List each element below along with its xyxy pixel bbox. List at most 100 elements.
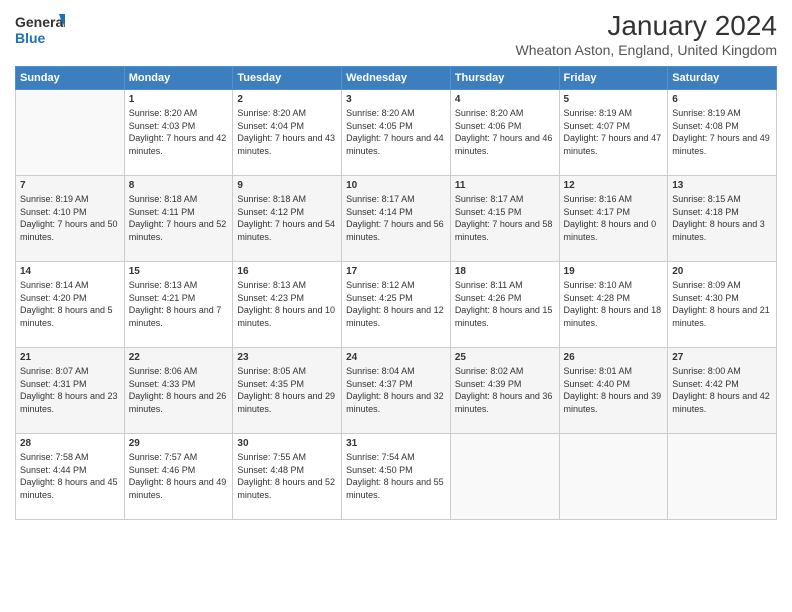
- day-info: Sunrise: 8:20 AM Sunset: 4:05 PM Dayligh…: [346, 107, 446, 157]
- sunrise-text: Sunrise: 7:57 AM: [129, 452, 198, 462]
- day-number: 27: [672, 352, 772, 363]
- title-block: January 2024 Wheaton Aston, England, Uni…: [515, 10, 777, 58]
- day-cell-1-1: 8 Sunrise: 8:18 AM Sunset: 4:11 PM Dayli…: [124, 176, 233, 262]
- daylight-text: Daylight: 8 hours and 29 minutes.: [237, 391, 335, 414]
- weekday-header-row: Sunday Monday Tuesday Wednesday Thursday…: [16, 67, 777, 90]
- day-number: 31: [346, 438, 446, 449]
- day-info: Sunrise: 8:00 AM Sunset: 4:42 PM Dayligh…: [672, 365, 772, 415]
- svg-text:Blue: Blue: [15, 30, 46, 46]
- sunset-text: Sunset: 4:39 PM: [455, 379, 522, 389]
- sunset-text: Sunset: 4:23 PM: [237, 293, 304, 303]
- sunrise-text: Sunrise: 8:11 AM: [455, 280, 523, 290]
- sunrise-text: Sunrise: 8:20 AM: [129, 108, 198, 118]
- sunrise-text: Sunrise: 8:18 AM: [129, 194, 198, 204]
- sunset-text: Sunset: 4:37 PM: [346, 379, 413, 389]
- day-cell-4-3: 31 Sunrise: 7:54 AM Sunset: 4:50 PM Dayl…: [342, 434, 451, 520]
- day-cell-3-6: 27 Sunrise: 8:00 AM Sunset: 4:42 PM Dayl…: [668, 348, 777, 434]
- day-info: Sunrise: 8:10 AM Sunset: 4:28 PM Dayligh…: [564, 279, 664, 329]
- day-number: 6: [672, 94, 772, 105]
- sunset-text: Sunset: 4:50 PM: [346, 465, 413, 475]
- day-cell-3-2: 23 Sunrise: 8:05 AM Sunset: 4:35 PM Dayl…: [233, 348, 342, 434]
- day-number: 29: [129, 438, 229, 449]
- sunset-text: Sunset: 4:07 PM: [564, 121, 631, 131]
- sunset-text: Sunset: 4:06 PM: [455, 121, 522, 131]
- daylight-text: Daylight: 8 hours and 52 minutes.: [237, 477, 335, 500]
- day-number: 19: [564, 266, 664, 277]
- day-cell-2-0: 14 Sunrise: 8:14 AM Sunset: 4:20 PM Dayl…: [16, 262, 125, 348]
- day-cell-2-2: 16 Sunrise: 8:13 AM Sunset: 4:23 PM Dayl…: [233, 262, 342, 348]
- sunrise-text: Sunrise: 8:06 AM: [129, 366, 198, 376]
- daylight-text: Daylight: 8 hours and 26 minutes.: [129, 391, 227, 414]
- day-cell-4-0: 28 Sunrise: 7:58 AM Sunset: 4:44 PM Dayl…: [16, 434, 125, 520]
- daylight-text: Daylight: 7 hours and 43 minutes.: [237, 133, 335, 156]
- day-number: 18: [455, 266, 555, 277]
- day-number: 26: [564, 352, 664, 363]
- sunset-text: Sunset: 4:42 PM: [672, 379, 739, 389]
- daylight-text: Daylight: 7 hours and 46 minutes.: [455, 133, 553, 156]
- sunrise-text: Sunrise: 8:12 AM: [346, 280, 415, 290]
- header-saturday: Saturday: [668, 67, 777, 90]
- day-cell-1-5: 12 Sunrise: 8:16 AM Sunset: 4:17 PM Dayl…: [559, 176, 668, 262]
- sunset-text: Sunset: 4:11 PM: [129, 207, 195, 217]
- sunset-text: Sunset: 4:03 PM: [129, 121, 196, 131]
- daylight-text: Daylight: 8 hours and 23 minutes.: [20, 391, 118, 414]
- day-cell-3-4: 25 Sunrise: 8:02 AM Sunset: 4:39 PM Dayl…: [450, 348, 559, 434]
- day-number: 30: [237, 438, 337, 449]
- sunset-text: Sunset: 4:05 PM: [346, 121, 413, 131]
- day-number: 28: [20, 438, 120, 449]
- daylight-text: Daylight: 8 hours and 45 minutes.: [20, 477, 118, 500]
- sunrise-text: Sunrise: 8:01 AM: [564, 366, 633, 376]
- sunset-text: Sunset: 4:30 PM: [672, 293, 739, 303]
- sunset-text: Sunset: 4:33 PM: [129, 379, 196, 389]
- daylight-text: Daylight: 8 hours and 7 minutes.: [129, 305, 222, 328]
- day-cell-4-2: 30 Sunrise: 7:55 AM Sunset: 4:48 PM Dayl…: [233, 434, 342, 520]
- day-info: Sunrise: 8:09 AM Sunset: 4:30 PM Dayligh…: [672, 279, 772, 329]
- sunrise-text: Sunrise: 8:00 AM: [672, 366, 741, 376]
- sunrise-text: Sunrise: 8:09 AM: [672, 280, 741, 290]
- daylight-text: Daylight: 8 hours and 32 minutes.: [346, 391, 444, 414]
- header-monday: Monday: [124, 67, 233, 90]
- day-cell-0-5: 5 Sunrise: 8:19 AM Sunset: 4:07 PM Dayli…: [559, 90, 668, 176]
- day-cell-3-3: 24 Sunrise: 8:04 AM Sunset: 4:37 PM Dayl…: [342, 348, 451, 434]
- day-cell-1-6: 13 Sunrise: 8:15 AM Sunset: 4:18 PM Dayl…: [668, 176, 777, 262]
- day-info: Sunrise: 8:20 AM Sunset: 4:06 PM Dayligh…: [455, 107, 555, 157]
- daylight-text: Daylight: 8 hours and 0 minutes.: [564, 219, 657, 242]
- daylight-text: Daylight: 8 hours and 15 minutes.: [455, 305, 553, 328]
- day-cell-0-1: 1 Sunrise: 8:20 AM Sunset: 4:03 PM Dayli…: [124, 90, 233, 176]
- day-cell-0-3: 3 Sunrise: 8:20 AM Sunset: 4:05 PM Dayli…: [342, 90, 451, 176]
- day-info: Sunrise: 8:01 AM Sunset: 4:40 PM Dayligh…: [564, 365, 664, 415]
- daylight-text: Daylight: 7 hours and 42 minutes.: [129, 133, 227, 156]
- day-number: 8: [129, 180, 229, 191]
- day-cell-2-1: 15 Sunrise: 8:13 AM Sunset: 4:21 PM Dayl…: [124, 262, 233, 348]
- day-info: Sunrise: 8:19 AM Sunset: 4:07 PM Dayligh…: [564, 107, 664, 157]
- header-tuesday: Tuesday: [233, 67, 342, 90]
- day-info: Sunrise: 8:18 AM Sunset: 4:12 PM Dayligh…: [237, 193, 337, 243]
- sunrise-text: Sunrise: 8:13 AM: [129, 280, 198, 290]
- sunset-text: Sunset: 4:10 PM: [20, 207, 87, 217]
- logo-svg: General Blue: [15, 10, 65, 52]
- sunset-text: Sunset: 4:31 PM: [20, 379, 87, 389]
- sunset-text: Sunset: 4:18 PM: [672, 207, 739, 217]
- day-number: 13: [672, 180, 772, 191]
- daylight-text: Daylight: 8 hours and 36 minutes.: [455, 391, 553, 414]
- daylight-text: Daylight: 8 hours and 10 minutes.: [237, 305, 335, 328]
- sunrise-text: Sunrise: 8:02 AM: [455, 366, 524, 376]
- logo: General Blue: [15, 10, 65, 52]
- day-cell-4-6: [668, 434, 777, 520]
- day-info: Sunrise: 8:02 AM Sunset: 4:39 PM Dayligh…: [455, 365, 555, 415]
- day-info: Sunrise: 8:16 AM Sunset: 4:17 PM Dayligh…: [564, 193, 664, 243]
- day-cell-0-2: 2 Sunrise: 8:20 AM Sunset: 4:04 PM Dayli…: [233, 90, 342, 176]
- sunset-text: Sunset: 4:17 PM: [564, 207, 631, 217]
- calendar-page: General Blue January 2024 Wheaton Aston,…: [0, 0, 792, 612]
- day-number: 20: [672, 266, 772, 277]
- day-cell-1-3: 10 Sunrise: 8:17 AM Sunset: 4:14 PM Dayl…: [342, 176, 451, 262]
- day-cell-0-4: 4 Sunrise: 8:20 AM Sunset: 4:06 PM Dayli…: [450, 90, 559, 176]
- day-cell-4-4: [450, 434, 559, 520]
- sunrise-text: Sunrise: 8:17 AM: [346, 194, 415, 204]
- header-friday: Friday: [559, 67, 668, 90]
- sunset-text: Sunset: 4:44 PM: [20, 465, 87, 475]
- sunrise-text: Sunrise: 8:10 AM: [564, 280, 633, 290]
- day-number: 10: [346, 180, 446, 191]
- daylight-text: Daylight: 8 hours and 49 minutes.: [129, 477, 227, 500]
- sunset-text: Sunset: 4:21 PM: [129, 293, 196, 303]
